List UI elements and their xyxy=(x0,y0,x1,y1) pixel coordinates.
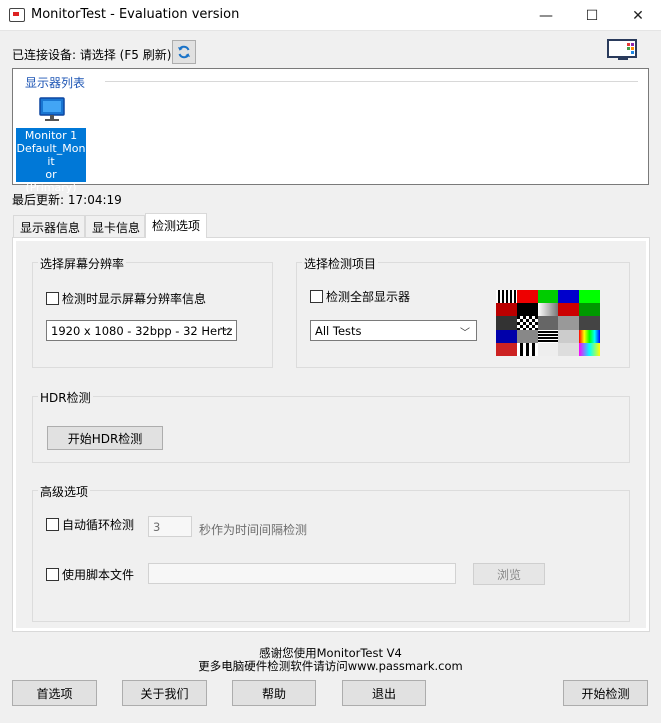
resolution-select-value: 1920 x 1080 - 32bpp - 32 Hertz xyxy=(51,324,233,338)
all-monitors-checkbox[interactable] xyxy=(310,290,323,303)
monitor-list-title: 显示器列表 xyxy=(25,76,86,90)
exit-button[interactable]: 退出 xyxy=(342,680,426,706)
preferences-button[interactable]: 首选项 xyxy=(12,680,97,706)
interval-suffix-label: 秒作为时间间隔检测 xyxy=(199,523,308,537)
refresh-icon xyxy=(178,45,190,59)
window-title: MonitorTest - Evaluation version xyxy=(31,7,240,22)
advanced-group-title: 高级选项 xyxy=(38,483,91,500)
chevron-down-icon: ﹀ xyxy=(460,328,470,339)
test-select-value: All Tests xyxy=(315,324,362,338)
all-monitors-label: 检测全部显示器 xyxy=(326,290,411,304)
use-script-checkbox[interactable] xyxy=(46,568,59,581)
monitor-caption-line: Monitor 1 xyxy=(24,129,78,142)
close-button[interactable]: ✕ xyxy=(615,0,661,31)
advanced-group xyxy=(32,490,630,622)
use-script-option[interactable]: 使用脚本文件 xyxy=(46,566,134,583)
all-monitors-option[interactable]: 检测全部显示器 xyxy=(310,288,410,305)
about-button[interactable]: 关于我们 xyxy=(122,680,207,706)
monitor-caption-line: Default_Monit xyxy=(16,142,86,168)
help-button[interactable]: 帮助 xyxy=(232,680,316,706)
last-update: 最后更新: 17:04:19 xyxy=(12,191,122,208)
resolution-group-title: 选择屏幕分辨率 xyxy=(38,255,127,272)
browse-button[interactable]: 浏览 xyxy=(473,563,545,585)
monitor-caption-line: or xyxy=(45,168,57,181)
monitor-list[interactable]: 显示器列表 Monitor 1 Default_Monit or (Primar… xyxy=(12,68,649,194)
auto-loop-label: 自动循环检测 xyxy=(62,518,135,532)
test-pattern-preview xyxy=(496,290,600,356)
auto-loop-checkbox[interactable] xyxy=(46,518,59,531)
auto-loop-option[interactable]: 自动循环检测 xyxy=(46,516,134,533)
footer-website[interactable]: 更多电脑硬件检测软件请访问www.passmark.com xyxy=(0,658,661,674)
show-resolution-info-label: 检测时显示屏幕分辨率信息 xyxy=(62,292,207,306)
use-script-label: 使用脚本文件 xyxy=(62,568,135,582)
refresh-button[interactable] xyxy=(172,40,196,64)
show-resolution-info-checkbox[interactable] xyxy=(46,292,59,305)
maximize-button[interactable]: ☐ xyxy=(569,0,615,31)
chevron-down-icon: ﹀ xyxy=(220,328,230,339)
title-bar: MonitorTest - Evaluation version — ☐ ✕ xyxy=(0,0,661,31)
monitor-item-caption: Monitor 1 Default_Monit or (Primary) xyxy=(16,128,86,194)
test-select[interactable]: All Tests ﹀ xyxy=(310,320,477,341)
connected-device-label: 已连接设备: 请选择 (F5 刷新) xyxy=(12,48,172,62)
monitor-icon xyxy=(38,97,66,123)
monitor-list-divider xyxy=(105,81,638,82)
tab-test-options[interactable]: 检测选项 xyxy=(145,213,207,238)
show-resolution-info-option[interactable]: 检测时显示屏幕分辨率信息 xyxy=(46,290,206,307)
script-path-input[interactable] xyxy=(148,563,456,584)
minimize-button[interactable]: — xyxy=(523,0,569,31)
resolution-group xyxy=(32,262,273,368)
tab-monitor-info[interactable]: 显示器信息 xyxy=(13,215,85,237)
resolution-select[interactable]: 1920 x 1080 - 32bpp - 32 Hertz ﹀ xyxy=(46,320,237,341)
interval-input[interactable]: 3 xyxy=(148,516,192,537)
tab-gpu-info[interactable]: 显卡信息 xyxy=(85,215,145,237)
monitortest-logo-icon xyxy=(606,38,640,62)
start-hdr-test-button[interactable]: 开始HDR检测 xyxy=(47,426,163,450)
last-update-time: 17:04:19 xyxy=(67,193,122,207)
tests-group-title: 选择检测项目 xyxy=(302,255,379,272)
hdr-group-title: HDR检测 xyxy=(38,389,93,406)
last-update-label: 最后更新: xyxy=(12,193,65,207)
monitor-item-1[interactable]: Monitor 1 Default_Monit or (Primary) xyxy=(16,95,86,194)
start-test-button[interactable]: 开始检测 xyxy=(563,680,648,706)
app-icon xyxy=(9,8,25,22)
